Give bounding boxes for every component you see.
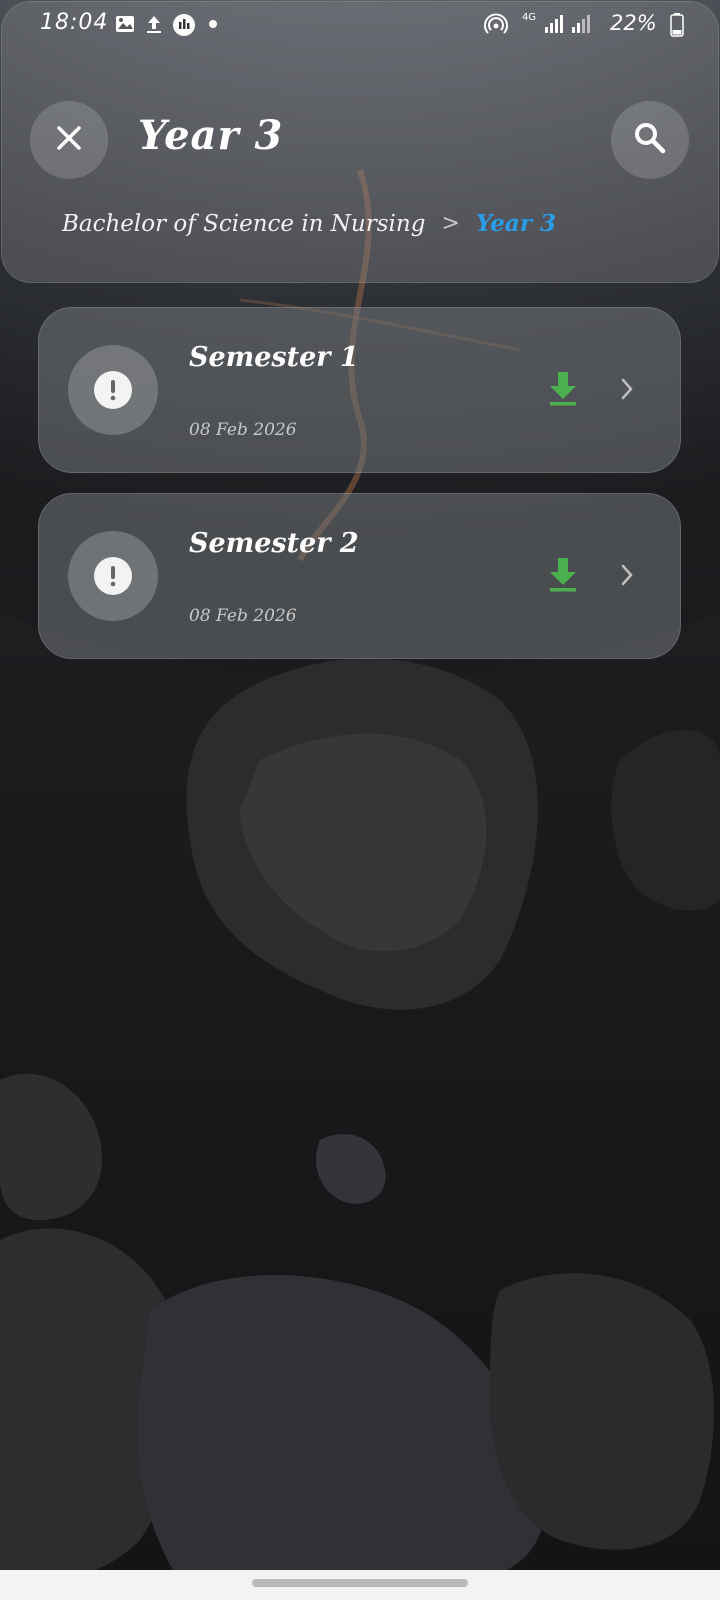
chevron-right-icon [619, 562, 635, 588]
upload-icon [143, 13, 165, 35]
item-title: Semester 2 [189, 528, 359, 559]
search-icon [632, 120, 668, 160]
close-icon [54, 123, 84, 157]
search-button[interactable] [611, 101, 689, 179]
status-badge [68, 531, 158, 621]
item-date: 08 Feb 2026 [189, 606, 297, 626]
notification-dot-icon [209, 20, 217, 28]
download-icon[interactable] [547, 370, 579, 406]
close-button[interactable] [30, 101, 108, 179]
hotspot-icon [484, 13, 508, 35]
audio-bars-icon [172, 13, 195, 36]
breadcrumb: Bachelor of Science in Nursing > Year 3 [62, 210, 556, 237]
list-item[interactable]: Semester 1 08 Feb 2026 [38, 307, 681, 473]
network-type-label: 4G [521, 12, 537, 23]
breadcrumb-separator: > [441, 211, 460, 236]
breadcrumb-parent[interactable]: Bachelor of Science in Nursing [62, 211, 425, 237]
page-title: Year 3 [138, 112, 284, 159]
download-icon[interactable] [547, 556, 579, 592]
alert-icon [94, 371, 132, 409]
chevron-right-icon [619, 376, 635, 402]
status-time: 18:04 [40, 10, 109, 35]
signal-icon-1 [543, 13, 565, 35]
item-title: Semester 1 [189, 342, 359, 373]
breadcrumb-current: Year 3 [475, 210, 556, 237]
signal-icon-2 [570, 13, 592, 35]
gallery-icon [114, 13, 136, 35]
status-bar: 18:04 4G 22% [0, 0, 720, 52]
item-date: 08 Feb 2026 [189, 420, 297, 440]
list-item[interactable]: Semester 2 08 Feb 2026 [38, 493, 681, 659]
status-badge [68, 345, 158, 435]
home-gesture-handle[interactable] [252, 1579, 468, 1587]
alert-icon [94, 557, 132, 595]
battery-percentage: 22% [610, 11, 657, 35]
battery-icon [670, 13, 692, 37]
